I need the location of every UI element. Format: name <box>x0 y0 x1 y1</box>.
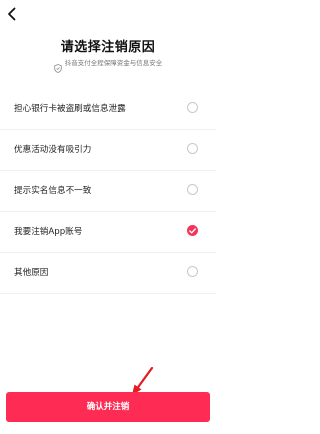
radio-button[interactable] <box>187 184 198 195</box>
shield-icon <box>54 58 62 73</box>
chevron-left-icon[interactable] <box>4 6 20 22</box>
confirm-cancel-button[interactable]: 确认并注销 <box>6 392 210 422</box>
subtitle-text: 抖音支付全程保障资金与信息安全 <box>64 59 163 67</box>
radio-button[interactable] <box>187 102 198 113</box>
reason-label: 优惠活动没有吸引力 <box>14 145 92 155</box>
reason-label: 我要注销App账号 <box>14 227 83 237</box>
page-title: 请选择注销原因 <box>60 40 156 55</box>
reason-label: 担心银行卡被盗刷或信息泄露 <box>14 104 126 114</box>
reason-list: 担心银行卡被盗刷或信息泄露 优惠活动没有吸引力 提示实名信息不一致 我要注销Ap… <box>0 90 216 295</box>
reason-option-other[interactable]: 其他原因 <box>0 254 216 294</box>
reason-label: 提示实名信息不一致 <box>14 186 92 196</box>
reason-option-promotion[interactable]: 优惠活动没有吸引力 <box>0 131 216 171</box>
radio-button[interactable] <box>187 143 198 154</box>
reason-option-id-mismatch[interactable]: 提示实名信息不一致 <box>0 172 216 212</box>
reason-option-card-theft[interactable]: 担心银行卡被盗刷或信息泄露 <box>0 90 216 130</box>
security-note: 抖音支付全程保障资金与信息安全 <box>0 57 216 73</box>
radio-button-checked[interactable] <box>187 225 198 236</box>
check-icon <box>189 227 196 233</box>
reason-option-cancel-app-account[interactable]: 我要注销App账号 <box>0 213 216 253</box>
cancel-reason-page: 请选择注销原因 抖音支付全程保障资金与信息安全 担心银行卡被盗刷或信息泄露 优惠… <box>0 0 216 434</box>
reason-label: 其他原因 <box>14 268 49 278</box>
radio-button[interactable] <box>187 266 198 277</box>
